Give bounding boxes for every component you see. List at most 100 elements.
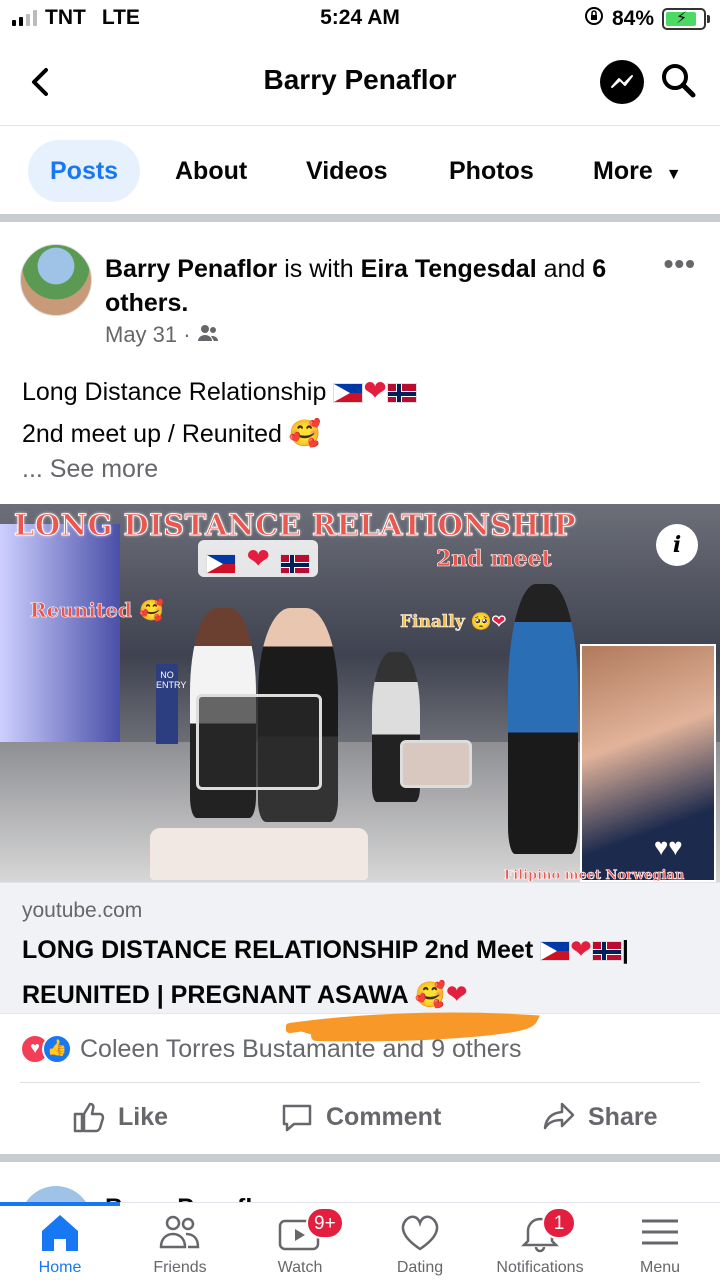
comment-label: Comment [326, 1102, 442, 1131]
link-preview-box[interactable]: youtube.com LONG DISTANCE RELATIONSHIP 2… [0, 882, 720, 1014]
tab-posts[interactable]: Posts [28, 140, 141, 202]
nav-dating[interactable]: Dating [360, 1203, 480, 1280]
comment-button[interactable]: Comment [280, 1100, 441, 1134]
share-icon [543, 1102, 575, 1130]
preview-tag-reunited: Reunited [30, 598, 133, 623]
with-text: is with [284, 255, 354, 283]
friends-audience-icon [197, 322, 219, 348]
post-text-line-1: Long Distance Relationship ❤ [22, 374, 417, 407]
philippines-flag-icon [540, 941, 571, 962]
link-domain: youtube.com [22, 899, 143, 922]
post-text-1: Long Distance Relationship [22, 378, 327, 406]
preview-tag-finally-wrap: Finally 🥺❤ [400, 612, 507, 633]
tab-about[interactable]: About [175, 140, 247, 202]
luggage-cart [196, 694, 322, 790]
more-options-icon[interactable]: ••• [664, 248, 696, 280]
smiling-hearts-emoji-icon: 🥰 [288, 418, 322, 448]
and-text: and [543, 255, 586, 283]
norway-flag-icon [280, 553, 311, 574]
post-date[interactable]: May 31 · [105, 322, 191, 348]
no-entry-sign: NO ENTRY [156, 664, 186, 744]
heart-icon: ❤ [491, 612, 507, 633]
actions-divider [20, 1082, 700, 1083]
status-bar: TNT LTE 5:24 AM 84% ⚡ [0, 0, 720, 38]
info-icon[interactable]: i [656, 524, 698, 566]
like-icon [73, 1102, 105, 1133]
tab-photos[interactable]: Photos [449, 140, 534, 202]
smiling-hearts-emoji-icon: 🥰 [414, 981, 446, 1009]
section-divider [0, 214, 720, 222]
like-button[interactable]: Like [72, 1100, 168, 1134]
heart-icon: ❤ [363, 375, 387, 406]
preview-tag-finally: Finally [400, 612, 465, 633]
nav-menu[interactable]: Menu [600, 1203, 720, 1280]
battery-percent: 84% [611, 7, 654, 30]
tab-more-label: More [593, 157, 653, 185]
suitcase [150, 828, 368, 880]
luggage-cart [400, 740, 472, 788]
nav-friends-label: Friends [153, 1259, 207, 1276]
nav-menu-label: Menu [639, 1259, 681, 1276]
share-button[interactable]: Share [542, 1100, 657, 1134]
orientation-lock-icon [584, 6, 604, 32]
preview-tag-2nd-meet: 2nd meet [436, 546, 552, 573]
inset-couple-photo: ♥♥ [580, 644, 716, 882]
tagged-name[interactable]: Eira Tengesdal [361, 255, 537, 283]
white-hearts-emoji-icon: ♥♥ [654, 834, 683, 861]
tab-videos[interactable]: Videos [306, 140, 388, 202]
comment-icon [282, 1104, 312, 1132]
profile-tabs: Posts About Videos Photos More ▼ [0, 126, 720, 218]
post-meta: May 31 · [105, 322, 219, 348]
nav-friends[interactable]: Friends [120, 1203, 240, 1280]
pleading-face-emoji-icon: 🥺 [470, 612, 492, 633]
heart-icon: ❤ [445, 979, 468, 1009]
nav-notifications[interactable]: 1 Notifications [480, 1203, 600, 1280]
share-label: Share [588, 1102, 658, 1131]
preview-tag-bottom: Filipino meet Norwegian [504, 868, 685, 882]
see-more-link[interactable]: ... See more [22, 455, 158, 484]
dating-heart-icon [401, 1215, 439, 1251]
post-text-2: 2nd meet up / Reunited [22, 420, 282, 448]
preview-overlay-title: LONG DISTANCE RELATIONSHIP [13, 508, 577, 543]
post-actions: Like Comment Share [0, 1094, 720, 1146]
nav-watch-label: Watch [277, 1259, 323, 1276]
notifications-badge: 1 [542, 1207, 576, 1239]
heart-icon: ❤ [570, 934, 592, 964]
preview-flags: ❤ [198, 540, 319, 577]
friends-icon [159, 1215, 200, 1249]
author-name[interactable]: Barry Penaflor [105, 255, 277, 283]
messenger-icon[interactable] [600, 60, 644, 104]
like-label: Like [118, 1102, 169, 1131]
tab-more[interactable]: More ▼ [593, 140, 682, 202]
post-divider [0, 1154, 720, 1162]
author-avatar[interactable] [20, 244, 92, 316]
battery-icon: ⚡ [662, 8, 710, 30]
nav-watch[interactable]: 9+ Watch [240, 1203, 360, 1280]
post-text-line-2: 2nd meet up / Reunited 🥰 [22, 418, 321, 449]
smiling-hearts-emoji-icon: 🥰 [138, 598, 165, 623]
link-title-separator: | [621, 936, 629, 964]
top-bar: Barry Penaflor [0, 38, 720, 126]
person-figure [508, 584, 578, 854]
search-icon[interactable] [658, 60, 698, 100]
nav-dating-label: Dating [396, 1259, 444, 1276]
philippines-flag-icon [206, 553, 236, 574]
post-author-line: Barry Penaflor is with Eira Tengesdal an… [105, 252, 645, 320]
heart-icon: ❤ [246, 543, 270, 574]
preview-tag-reunited-wrap: Reunited 🥰 [30, 598, 165, 623]
link-title-part-2: REUNITED | PREGNANT ASAWA [22, 981, 408, 1009]
philippines-flag-icon [333, 383, 364, 404]
home-icon [42, 1215, 78, 1251]
watch-badge: 9+ [306, 1207, 344, 1239]
nav-home[interactable]: Home [0, 1202, 120, 1280]
caret-down-icon: ▼ [665, 166, 682, 183]
norway-flag-icon [591, 941, 622, 962]
link-preview-image[interactable]: NO ENTRY ♥♥ LONG DISTANCE RELATIONSHIP ❤… [0, 504, 720, 882]
norway-flag-icon [386, 383, 417, 404]
link-title-part-1: LONG DISTANCE RELATIONSHIP 2nd Meet [22, 936, 534, 964]
nav-notifications-label: Notifications [496, 1259, 584, 1276]
link-title: LONG DISTANCE RELATIONSHIP 2nd Meet ❤ | R… [22, 927, 692, 1017]
bottom-nav: Home Friends 9+ Watch Dating 1 Notificat… [0, 1202, 720, 1280]
nav-home-label: Home [38, 1259, 82, 1276]
menu-icon [642, 1219, 678, 1245]
